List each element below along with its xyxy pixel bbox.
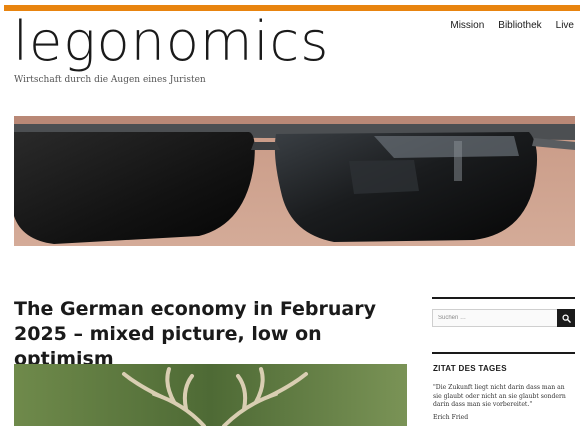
- site-logo[interactable]: legonomics: [13, 12, 329, 72]
- search-input[interactable]: [432, 309, 558, 327]
- search-button[interactable]: [557, 309, 575, 327]
- nav-item-mission[interactable]: Mission: [450, 20, 484, 31]
- post-title[interactable]: The German economy in February 2025 – mi…: [14, 297, 414, 372]
- quote-author: Erich Fried: [433, 414, 469, 421]
- sidebar-divider: [432, 297, 575, 299]
- site-tagline: Wirtschaft durch die Augen eines Juriste…: [14, 75, 206, 85]
- sidebar-divider: [432, 352, 575, 354]
- search-icon: [561, 313, 571, 323]
- nav-item-live[interactable]: Live: [556, 20, 574, 31]
- header-image[interactable]: [14, 116, 575, 246]
- main-navigation: Mission Bibliothek Live: [450, 20, 574, 31]
- nav-item-bibliothek[interactable]: Bibliothek: [498, 20, 541, 31]
- quote-widget-title: ZITAT DES TAGES: [433, 364, 507, 373]
- featured-image[interactable]: [14, 364, 407, 426]
- quote-text: "Die Zukunft liegt nicht darin dass man …: [433, 384, 566, 408]
